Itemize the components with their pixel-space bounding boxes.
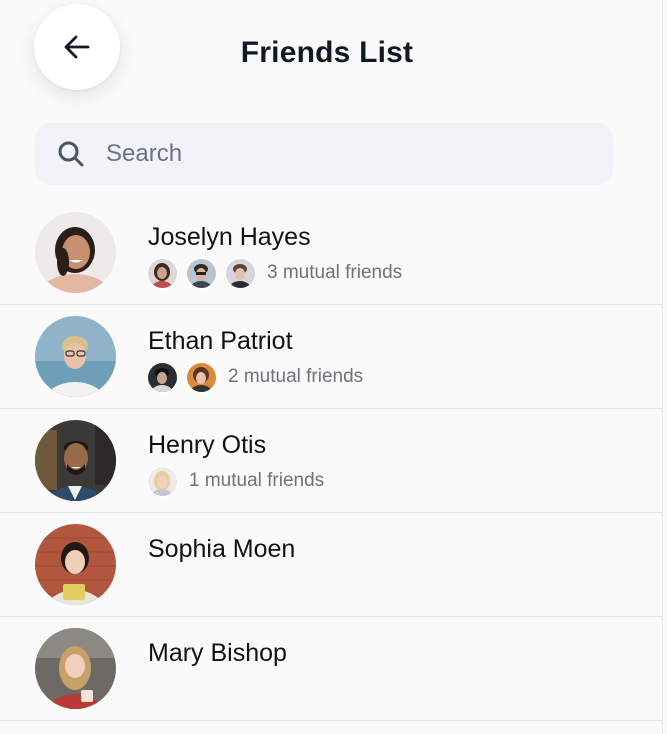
search-bar[interactable] xyxy=(35,123,613,185)
mutual-friend-avatar xyxy=(187,362,216,392)
mutual-friend-avatar xyxy=(187,258,216,288)
mutual-friend-avatar xyxy=(148,258,177,288)
friend-row-joselyn-hayes[interactable]: Joselyn Hayes 3 mutual friends xyxy=(0,201,662,305)
mutual-friends-count: 1 mutual friends xyxy=(189,470,325,491)
mutual-friends-count: 3 mutual friends xyxy=(267,262,403,283)
friend-row-mary-bishop[interactable]: Mary Bishop xyxy=(0,617,662,721)
mutual-friends: 2 mutual friends xyxy=(148,362,363,392)
avatar xyxy=(35,628,116,709)
avatar xyxy=(35,316,116,397)
friend-row-sophia-moen[interactable]: Sophia Moen xyxy=(0,513,662,617)
avatar xyxy=(35,420,116,501)
mutual-friend-avatar xyxy=(148,466,177,496)
mutual-friend-avatar xyxy=(148,362,177,392)
friends-list: Joselyn Hayes 3 mutual friends Ethan Pat… xyxy=(0,201,662,721)
friends-list-screen: Friends List Joselyn Hayes xyxy=(0,0,663,734)
avatar xyxy=(35,524,116,605)
friend-row-henry-otis[interactable]: Henry Otis 1 mutual friends xyxy=(0,409,662,513)
friend-name: Mary Bishop xyxy=(148,639,287,667)
friend-row-ethan-patriot[interactable]: Ethan Patriot 2 mutual friends xyxy=(0,305,662,409)
search-icon xyxy=(56,139,86,169)
friend-name: Ethan Patriot xyxy=(148,327,293,355)
mutual-friend-avatar xyxy=(226,258,255,288)
friend-name: Henry Otis xyxy=(148,431,267,459)
mutual-friends: 1 mutual friends xyxy=(148,466,324,496)
friend-name: Joselyn Hayes xyxy=(148,223,311,251)
friend-name: Sophia Moen xyxy=(148,535,296,563)
search-input[interactable] xyxy=(104,139,588,169)
mutual-friends-count: 2 mutual friends xyxy=(228,366,364,387)
mutual-friends: 3 mutual friends xyxy=(148,258,402,288)
avatar xyxy=(35,212,116,293)
page-title: Friends List xyxy=(240,36,414,69)
